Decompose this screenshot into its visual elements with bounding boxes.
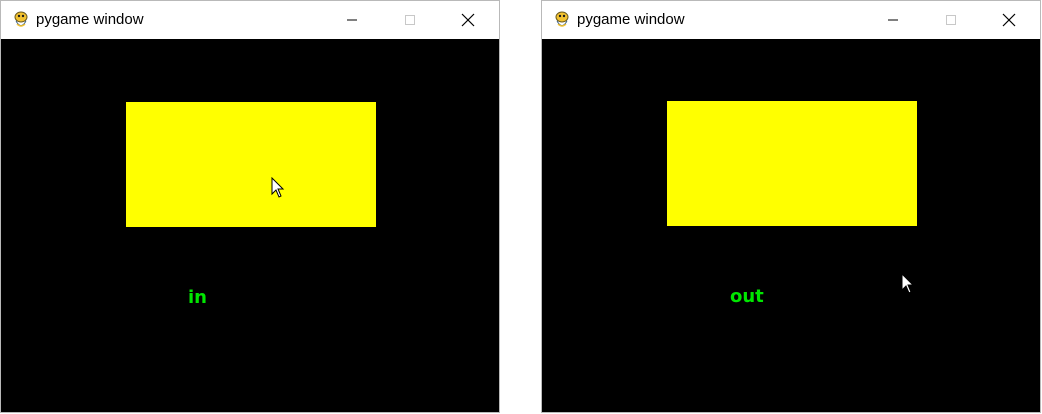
maximize-button[interactable] xyxy=(387,1,433,39)
maximize-icon xyxy=(405,15,415,25)
pygame-snake-icon xyxy=(555,11,569,27)
maximize-icon xyxy=(946,15,956,25)
yellow-rectangle[interactable] xyxy=(126,102,376,227)
minimize-button[interactable] xyxy=(329,1,375,39)
close-icon xyxy=(461,13,475,27)
window-title: pygame window xyxy=(36,11,144,28)
close-icon xyxy=(1002,13,1016,27)
game-canvas[interactable]: in xyxy=(1,39,499,412)
mouse-cursor-icon xyxy=(901,273,915,294)
title-bar[interactable]: pygame window xyxy=(1,1,499,39)
minimize-icon xyxy=(347,19,357,21)
close-button[interactable] xyxy=(445,1,491,39)
status-text: in xyxy=(188,287,207,308)
pygame-window-right: pygame window out xyxy=(541,0,1041,413)
screenshot: pygame window in pygame window out xyxy=(0,0,1042,414)
status-text: out xyxy=(730,286,764,307)
yellow-rectangle[interactable] xyxy=(667,101,917,226)
game-canvas[interactable]: out xyxy=(542,39,1040,412)
mouse-cursor-icon xyxy=(271,177,285,198)
pygame-window-left: pygame window in xyxy=(0,0,500,413)
minimize-icon xyxy=(888,19,898,21)
window-title: pygame window xyxy=(577,11,685,28)
close-button[interactable] xyxy=(986,1,1032,39)
title-bar[interactable]: pygame window xyxy=(542,1,1040,39)
pygame-snake-icon xyxy=(14,11,28,27)
minimize-button[interactable] xyxy=(870,1,916,39)
maximize-button[interactable] xyxy=(928,1,974,39)
